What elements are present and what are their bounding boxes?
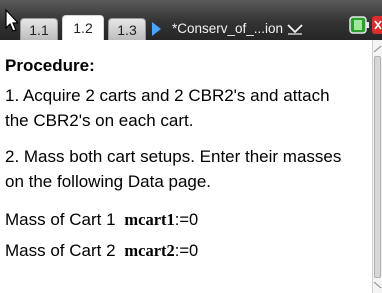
scroll-up-icon[interactable] — [373, 44, 382, 54]
close-icon[interactable] — [372, 14, 382, 36]
mcart2-variable: mcart2 — [124, 241, 175, 260]
title-bar: 1.1 1.2 1.3 *Conserv_of_...ion — [0, 0, 382, 40]
notes-page[interactable]: Procedure: 1. Acquire 2 carts and 2 CBR2… — [0, 40, 372, 293]
step-2-text: 2. Mass both cart setups. Enter their ma… — [5, 144, 371, 194]
step-2-line-1: 2. Mass both cart setups. Enter their ma… — [5, 147, 342, 166]
mcart2-assignment: :=0 — [174, 242, 199, 260]
scroll-down-icon[interactable] — [373, 280, 382, 290]
cart-1-label: Mass of Cart 1 — [5, 210, 116, 229]
mcart1-math-box[interactable]: mcart1:=0 — [120, 210, 198, 229]
step-1-text: 1. Acquire 2 carts and 2 CBR2's and atta… — [5, 83, 371, 133]
mcart1-variable: mcart1 — [124, 210, 175, 229]
tab-1-2[interactable]: 1.2 — [62, 15, 104, 40]
cart-2-label: Mass of Cart 2 — [5, 241, 116, 260]
scroll-thumb[interactable] — [374, 56, 381, 278]
tab-arrow-icon[interactable] — [152, 22, 161, 36]
tab-1-3[interactable]: 1.3 — [108, 18, 146, 40]
cart-2-mass-line: Mass of Cart 2 mcart2:=0 — [5, 241, 198, 261]
cart-1-mass-line: Mass of Cart 1 mcart1:=0 — [5, 210, 198, 230]
step-2-line-2: on the following Data page. — [5, 172, 212, 191]
step-1-line-2: the CBR2's on each cart. — [5, 111, 194, 130]
mcart2-math-box[interactable]: mcart2:=0 — [120, 241, 198, 260]
scrollbar[interactable] — [372, 40, 382, 293]
mcart1-assignment: :=0 — [174, 211, 199, 229]
procedure-heading: Procedure: — [5, 56, 95, 75]
tab-1-1[interactable]: 1.1 — [20, 18, 58, 40]
battery-icon — [349, 16, 369, 34]
document-title[interactable]: *Conserv_of_...ion — [172, 18, 283, 40]
cursor-icon — [5, 8, 18, 32]
step-1-line-1: 1. Acquire 2 carts and 2 CBR2's and atta… — [5, 86, 330, 105]
chevron-down-icon[interactable] — [286, 22, 304, 36]
